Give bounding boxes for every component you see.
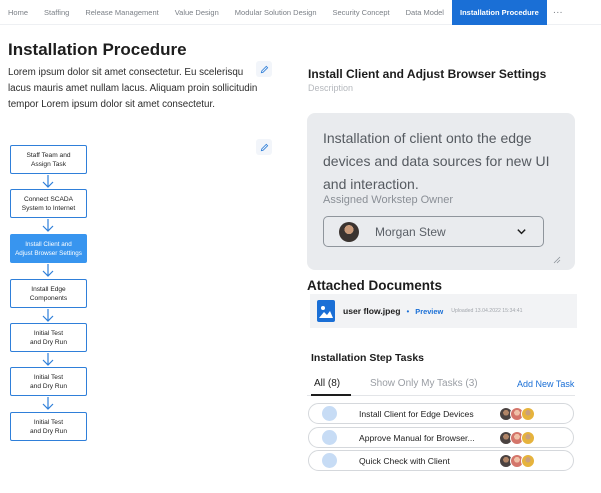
flow-step-line: Connect SCADA: [23, 195, 74, 203]
add-task-button[interactable]: Add New Task: [517, 379, 574, 389]
assignee-avatars: [499, 431, 543, 445]
owner-name: Morgan Stew: [375, 224, 446, 239]
task-checkbox[interactable]: [322, 430, 337, 445]
intro-text: Lorem ipsum dolor sit amet consectetur. …: [8, 65, 276, 113]
assignee-avatars: [499, 407, 543, 421]
description-line: devices and data sources for new UI: [323, 153, 550, 169]
arrow-down-icon: [42, 309, 54, 322]
description-card[interactable]: Installation of client onto the edge dev…: [307, 113, 575, 270]
attachments-title: Attached Documents: [307, 278, 443, 293]
arrow-down-icon: [42, 219, 54, 232]
flow-step[interactable]: Initial Test and Dry Run: [10, 323, 87, 352]
arrow-down-icon: [42, 175, 54, 188]
top-nav: Home Staffing Release Management Value D…: [0, 0, 601, 25]
arrow-down-icon: [42, 397, 54, 410]
filter-my-tasks-tab[interactable]: Show Only My Tasks (3): [370, 378, 478, 389]
flow-step[interactable]: Connect SCADA System to Internet: [10, 189, 87, 218]
tasks-title: Installation Step Tasks: [311, 352, 425, 364]
assignee-avatars: [499, 454, 543, 468]
upload-timestamp: Uploaded 13.04.2022 15:34:41: [451, 308, 523, 314]
edit-intro-icon[interactable]: [256, 61, 272, 77]
flow-step-line: Install Edge: [31, 285, 66, 293]
description-label: Description: [308, 83, 354, 93]
tab-installation-procedure[interactable]: Installation Procedure: [451, 0, 547, 25]
active-tab-indicator: [311, 394, 351, 396]
step-title: Install Client and Adjust Browser Settin…: [308, 67, 547, 81]
tab-release-management[interactable]: Release Management: [77, 0, 166, 25]
task-checkbox[interactable]: [322, 453, 337, 468]
avatar: [521, 454, 535, 468]
preview-link[interactable]: Preview: [415, 307, 443, 316]
tab-staffing[interactable]: Staffing: [36, 0, 77, 25]
tab-data-model[interactable]: Data Model: [398, 0, 452, 25]
chevron-down-icon: [517, 229, 526, 235]
flow-step-line: and Dry Run: [29, 338, 68, 346]
task-row[interactable]: Install Client for Edge Devices: [308, 403, 574, 424]
flow-step-line: Initial Test: [33, 329, 64, 337]
separator: •: [406, 306, 410, 316]
task-checkbox[interactable]: [322, 406, 337, 421]
flow-step[interactable]: Install Edge Components: [10, 279, 87, 308]
flow-step[interactable]: Staff Team and Assign Task: [10, 145, 87, 174]
avatar: [521, 431, 535, 445]
tab-security-concept[interactable]: Security Concept: [325, 0, 398, 25]
avatar: [521, 407, 535, 421]
description-line: and interaction.: [323, 176, 419, 192]
flow-step-active[interactable]: Install Client and Adjust Browser Settin…: [10, 234, 87, 263]
tab-modular-solution-design[interactable]: Modular Solution Design: [227, 0, 325, 25]
task-row[interactable]: Approve Manual for Browser...: [308, 427, 574, 448]
avatar: [339, 221, 359, 242]
flow-step-line: and Dry Run: [29, 427, 68, 435]
page-title: Installation Procedure: [8, 40, 187, 59]
tab-value-design[interactable]: Value Design: [167, 0, 227, 25]
pencil-icon: [260, 65, 268, 73]
tab-home[interactable]: Home: [0, 0, 36, 25]
attachment-file-name[interactable]: user flow.jpeg: [343, 306, 400, 316]
flow-step-line: Staff Team and: [26, 151, 71, 159]
process-flow-diagram: Staff Team and Assign Task Connect SCADA…: [0, 138, 300, 458]
flow-step-line: Initial Test: [33, 418, 64, 426]
flow-step-line: Adjust Browser Settings: [15, 249, 82, 257]
image-file-icon: [317, 300, 335, 322]
filter-all-tab[interactable]: All (8): [314, 378, 340, 389]
arrow-down-icon: [42, 353, 54, 366]
task-row[interactable]: Quick Check with Client: [308, 450, 574, 471]
flow-step-line: Initial Test: [33, 373, 64, 381]
description-text[interactable]: Installation of client onto the edge dev…: [323, 127, 563, 196]
flow-step-line: System to Internet: [21, 204, 76, 212]
description-line: Installation of client onto the edge: [323, 130, 532, 146]
owner-select[interactable]: Morgan Stew: [323, 216, 544, 247]
intro-line: Lorem ipsum dolor sit amet consectetur. …: [8, 67, 244, 78]
task-label: Quick Check with Client: [359, 455, 450, 466]
flow-step-line: Assign Task: [30, 160, 67, 168]
flow-step-line: Install Client and: [25, 240, 72, 248]
task-label: Approve Manual for Browser...: [359, 432, 475, 443]
flow-step[interactable]: Initial Test and Dry Run: [10, 367, 87, 396]
flow-step-line: and Dry Run: [29, 382, 68, 390]
owner-label: Assigned Workstep Owner: [323, 194, 454, 206]
attachment-row: user flow.jpeg • Preview Uploaded 13.04.…: [310, 294, 577, 328]
tabs-divider: [307, 394, 575, 396]
task-label: Install Client for Edge Devices: [359, 408, 474, 419]
flow-step[interactable]: Initial Test and Dry Run: [10, 412, 87, 441]
intro-line: tempor Lorem ipsum dolor sit amet consec…: [8, 99, 215, 110]
flow-step-line: Components: [29, 294, 68, 302]
more-tabs-icon[interactable]: ···: [547, 7, 569, 18]
intro-line: lacus mauris amet nullam lacus. Aliquam …: [8, 83, 258, 94]
arrow-down-icon: [42, 264, 54, 277]
resize-handle-icon[interactable]: [553, 256, 561, 264]
